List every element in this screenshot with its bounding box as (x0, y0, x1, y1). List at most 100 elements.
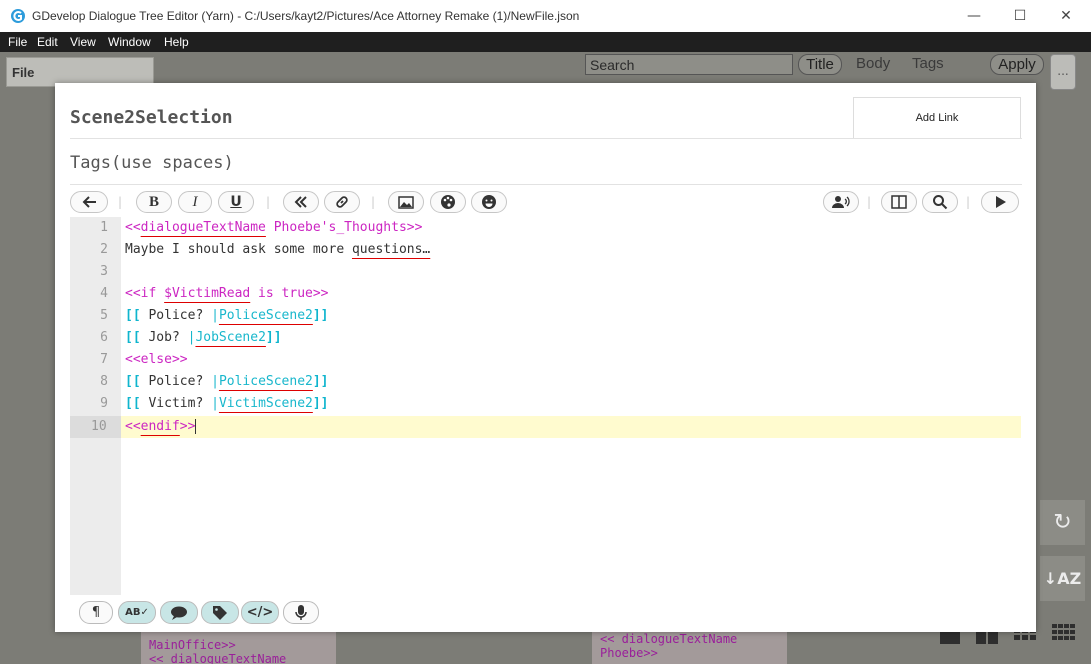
link-icon (336, 196, 348, 208)
code-line[interactable]: Maybe I should ask some more questions… (125, 242, 430, 257)
line-number: 8 (100, 374, 108, 389)
window-title: GDevelop Dialogue Tree Editor (Yarn) - C… (32, 9, 580, 23)
play-button[interactable] (981, 191, 1019, 213)
search-input[interactable] (585, 54, 793, 75)
large-grid-view-icon[interactable] (1052, 624, 1076, 646)
code-line[interactable]: <<if $VictimRead is true>> (125, 286, 329, 301)
background-node-right[interactable]: << dialogueTextName Phoebe>> (592, 630, 787, 664)
add-link-button[interactable]: Add Link (853, 97, 1021, 139)
speech-bubble-icon (171, 606, 187, 620)
menu-view[interactable]: View (70, 35, 96, 49)
emoji-button[interactable] (471, 191, 507, 213)
title-divider (70, 138, 1022, 139)
tags-input[interactable]: Tags(use spaces) (70, 153, 234, 173)
code-line[interactable]: <<endif>> (125, 419, 197, 434)
columns-button[interactable] (881, 191, 917, 213)
title-filter-button[interactable]: Title (798, 54, 842, 75)
palette-icon (441, 195, 455, 209)
file-tab-label: File (12, 65, 35, 80)
spellcheck-button[interactable]: AB✓ (118, 601, 156, 624)
minimize-button[interactable]: — (951, 0, 997, 32)
code-line[interactable]: [[ Victim? |VictimScene2]] (125, 396, 329, 411)
line-number: 9 (100, 396, 108, 411)
app-menu-button[interactable]: ... (1050, 54, 1076, 90)
palette-button[interactable] (430, 191, 466, 213)
columns-icon (891, 195, 907, 209)
line-number: 5 (100, 308, 108, 323)
node-editor-dialog: Scene2Selection Add Link Tags(use spaces… (55, 83, 1036, 632)
toolbar-separator: | (118, 195, 123, 209)
menu-edit[interactable]: Edit (37, 35, 58, 49)
spellcheck-icon: AB✓ (125, 607, 149, 618)
background-node-right-line-2: Phoebe>> (600, 646, 658, 660)
search-button[interactable] (922, 191, 958, 213)
tag-icon (213, 605, 227, 620)
code-button[interactable]: </> (241, 601, 279, 624)
toolbar-separator: | (867, 195, 872, 209)
single-view-icon[interactable] (940, 632, 960, 644)
microphone-icon (295, 604, 307, 620)
line-number: 3 (100, 264, 108, 279)
toolbar-separator: | (371, 195, 376, 209)
toolbar-separator: | (966, 195, 971, 209)
line-number: 2 (100, 242, 108, 257)
paragraph-button[interactable]: ¶ (79, 601, 113, 624)
italic-icon: I (192, 193, 198, 210)
emoji-icon (482, 195, 496, 209)
search-icon (933, 195, 948, 210)
code-icon: </> (246, 605, 274, 620)
bold-button[interactable]: B (136, 191, 172, 213)
maximize-button[interactable]: ☐ (997, 0, 1043, 32)
microphone-button[interactable] (283, 601, 319, 624)
image-button[interactable] (388, 191, 424, 213)
background-node-left-line-1: MainOffice>> (149, 638, 236, 652)
apply-button[interactable]: Apply (990, 54, 1044, 75)
link-button[interactable] (324, 191, 360, 213)
close-button[interactable]: ✕ (1043, 0, 1089, 32)
window-titlebar: GDevelop Dialogue Tree Editor (Yarn) - C… (0, 0, 1091, 33)
background-node-right-line-1: << dialogueTextName (600, 632, 738, 646)
menu-file[interactable]: File (8, 35, 27, 49)
menu-window[interactable]: Window (108, 35, 151, 49)
menu-bar: File Edit View Window Help (0, 32, 1091, 52)
body-filter-label[interactable]: Body (856, 55, 890, 72)
tags-divider (70, 184, 1022, 185)
image-icon (398, 195, 414, 209)
code-line[interactable]: <<dialogueTextName Phoebe's_Thoughts>> (125, 220, 422, 235)
code-line[interactable]: [[ Police? |PoliceScene2]] (125, 308, 329, 323)
rewind-button[interactable] (283, 191, 319, 213)
tags-filter-label[interactable]: Tags (912, 55, 944, 72)
line-number-active: 10 (70, 416, 121, 438)
code-line[interactable]: <<else>> (125, 352, 188, 367)
underline-button[interactable]: U (218, 191, 254, 213)
line-number: 1 (100, 220, 108, 235)
code-line[interactable]: [[ Police? |PoliceScene2]] (125, 374, 329, 389)
back-button[interactable] (70, 191, 108, 213)
tag-button[interactable] (201, 601, 239, 624)
double-view-icon[interactable] (976, 630, 998, 644)
menu-help[interactable]: Help (164, 35, 189, 49)
speaker-button[interactable] (823, 191, 859, 213)
double-chevron-left-icon (294, 196, 307, 208)
toolbar-separator: | (266, 195, 271, 209)
refresh-icon[interactable]: ↻ (1040, 500, 1085, 545)
gdevelop-logo-icon (11, 9, 25, 23)
play-icon (996, 196, 1006, 208)
code-line[interactable]: [[ Job? |JobScene2]] (125, 330, 282, 345)
active-line-highlight (121, 416, 1021, 438)
text-cursor (195, 419, 197, 434)
bold-icon: B (148, 193, 159, 210)
pilcrow-icon: ¶ (91, 605, 101, 620)
speaker-icon (832, 196, 850, 208)
arrow-left-icon (82, 196, 96, 208)
sort-az-icon[interactable]: ↓​AZ (1040, 556, 1085, 601)
line-number: 6 (100, 330, 108, 345)
line-number: 7 (100, 352, 108, 367)
background-node-left-line-2: << dialogueTextName (149, 652, 287, 664)
line-number: 4 (100, 286, 108, 301)
node-title[interactable]: Scene2Selection (70, 107, 233, 128)
background-node-left[interactable]: MainOffice>> << dialogueTextName (141, 632, 336, 664)
italic-button[interactable]: I (178, 191, 212, 213)
comment-button[interactable] (160, 601, 198, 624)
underline-icon: U (230, 194, 242, 210)
